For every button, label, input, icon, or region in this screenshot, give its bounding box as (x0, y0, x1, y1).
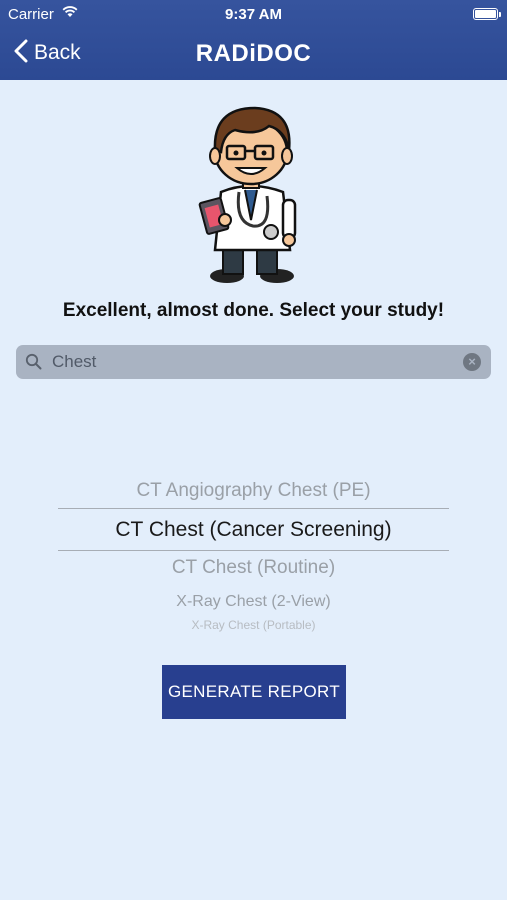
nav-header: Carrier 9:37 AM Back RADiDOC (0, 0, 507, 80)
search-bar[interactable]: × (16, 345, 491, 379)
search-icon (25, 353, 42, 375)
picker-option[interactable]: CT Chest (Routine) (0, 557, 507, 579)
generate-report-button[interactable]: GENERATE REPORT (162, 665, 346, 719)
search-input[interactable] (52, 345, 452, 379)
instruction-text: Excellent, almost done. Select your stud… (62, 300, 445, 321)
study-picker[interactable]: CT Angiography Chest (PE) CT Chest (Canc… (0, 470, 507, 640)
battery-icon (473, 8, 501, 20)
status-bar: Carrier 9:37 AM (0, 0, 507, 28)
picker-option[interactable]: X-Ray Chest (Portable) (0, 618, 507, 632)
clear-search-icon[interactable]: × (463, 353, 481, 371)
app-logo: RADiDOC (195, 40, 312, 67)
clock: 9:37 AM (225, 6, 282, 23)
doctor-mascot-icon (195, 100, 310, 290)
selection-divider-top (58, 508, 449, 509)
picker-option-selected[interactable]: CT Chest (Cancer Screening) (0, 518, 507, 542)
selection-divider-bottom (58, 550, 449, 551)
picker-option[interactable]: X-Ray Chest (2-View) (0, 593, 507, 611)
picker-option[interactable]: CT Angiography Chest (PE) (0, 480, 507, 502)
